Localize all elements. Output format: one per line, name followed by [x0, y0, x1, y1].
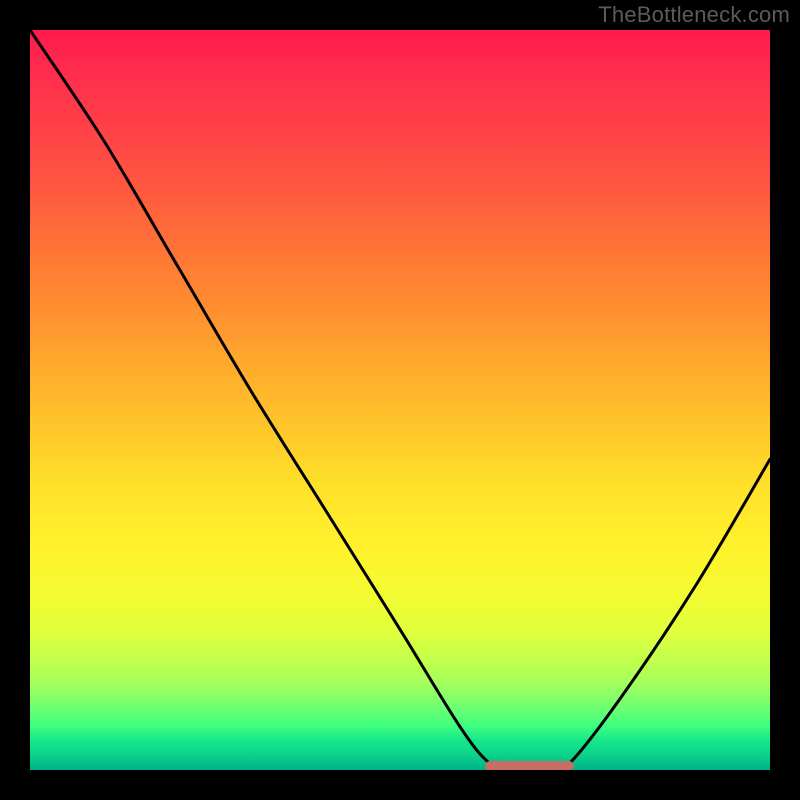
watermark-text: TheBottleneck.com: [598, 2, 790, 28]
optimal-range-marker: [485, 761, 574, 770]
chart-frame: TheBottleneck.com: [0, 0, 800, 800]
bottleneck-curve-svg: [30, 30, 770, 770]
plot-area: [30, 30, 770, 770]
bottleneck-curve: [30, 30, 770, 770]
